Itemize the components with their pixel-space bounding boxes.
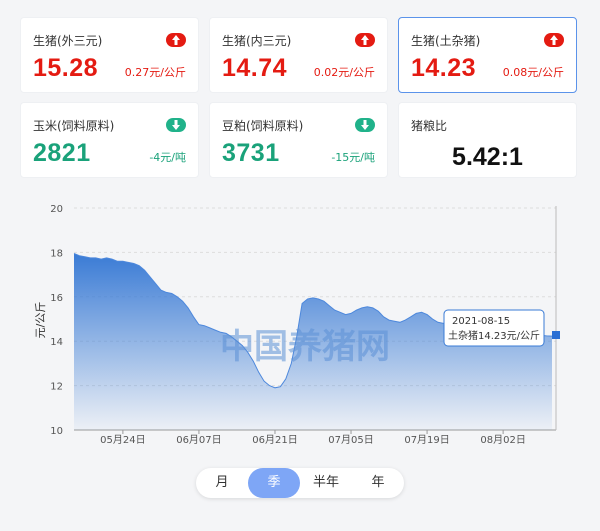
x-tick-label: 07月05日 — [328, 434, 373, 446]
period-quarter-button[interactable]: 季 — [248, 468, 300, 498]
y-tick-label: 16 — [50, 293, 63, 304]
y-tick-label: 14 — [50, 337, 63, 348]
price-card-outer-ternary[interactable]: 生猪(外三元) 15.28 0.27元/公斤 — [20, 17, 199, 93]
card-name: 猪粮比 — [411, 119, 448, 133]
up-arrow-icon — [355, 33, 375, 47]
x-tick-label: 05月24日 — [100, 434, 145, 446]
x-tick-label: 06月21日 — [252, 434, 297, 446]
up-arrow-icon — [544, 33, 564, 47]
card-price: 2821 — [33, 139, 91, 167]
price-trend-chart[interactable]: 10 12 14 16 18 20 05月24日 06月07日 06月21日 07月05日 07月… — [0, 192, 600, 452]
card-price: 3731 — [222, 139, 280, 167]
up-arrow-icon — [166, 33, 186, 47]
x-axis-ticks: 05月24日 06月07日 06月21日 07月05日 07月19日 08月02日 — [100, 430, 526, 446]
price-card-inner-ternary[interactable]: 生猪(内三元) 14.74 0.02元/公斤 — [209, 17, 388, 93]
card-name: 玉米(饲料原料) — [33, 119, 115, 133]
tooltip: 2021-08-15 土杂猪14.23元/公斤 — [443, 309, 545, 347]
tooltip-value: 土杂猪14.23元/公斤 — [448, 329, 540, 342]
y-axis-label: 元/公斤 — [34, 302, 47, 339]
card-name: 生猪(外三元) — [33, 34, 103, 48]
y-tick-label: 10 — [50, 426, 63, 437]
card-change: 0.08元/公斤 — [502, 66, 564, 79]
period-halfyear-button[interactable]: 半年 — [300, 468, 352, 498]
watermark: 中国养猪网 — [220, 327, 390, 367]
period-month-button[interactable]: 月 — [196, 468, 248, 498]
card-name: 生猪(土杂猪) — [411, 34, 481, 48]
y-axis-ticks: 10 12 14 16 18 20 — [50, 204, 63, 437]
y-tick-label: 20 — [50, 204, 63, 215]
y-tick-label: 12 — [50, 382, 63, 393]
card-price: 15.28 — [33, 54, 99, 82]
down-arrow-icon — [355, 118, 375, 132]
card-name: 豆粕(饲料原料) — [222, 119, 304, 133]
y-tick-label: 18 — [50, 248, 63, 259]
card-change: -4元/吨 — [149, 151, 186, 164]
tooltip-date: 2021-08-15 — [452, 316, 510, 327]
price-card-corn[interactable]: 玉米(饲料原料) 2821 -4元/吨 — [20, 102, 199, 178]
card-change: 0.02元/公斤 — [313, 66, 375, 79]
card-price: 14.74 — [222, 54, 288, 82]
down-arrow-icon — [166, 118, 186, 132]
pig-grain-ratio-card[interactable]: 猪粮比 5.42:1 — [398, 102, 577, 178]
card-name: 生猪(内三元) — [222, 34, 292, 48]
x-tick-label: 07月19日 — [404, 434, 449, 446]
price-card-soymeal[interactable]: 豆粕(饲料原料) 3731 -15元/吨 — [209, 102, 388, 178]
hover-point[interactable] — [552, 331, 560, 339]
card-change: -15元/吨 — [331, 151, 375, 164]
period-selector: 月 季 半年 年 — [196, 468, 404, 498]
ratio-value: 5.42:1 — [452, 143, 523, 171]
card-price: 14.23 — [411, 54, 477, 82]
card-change: 0.27元/公斤 — [124, 66, 186, 79]
period-year-button[interactable]: 年 — [352, 468, 404, 498]
x-tick-label: 08月02日 — [480, 434, 525, 446]
price-card-local-hog[interactable]: 生猪(土杂猪) 14.23 0.08元/公斤 — [398, 17, 577, 93]
x-tick-label: 06月07日 — [176, 434, 221, 446]
